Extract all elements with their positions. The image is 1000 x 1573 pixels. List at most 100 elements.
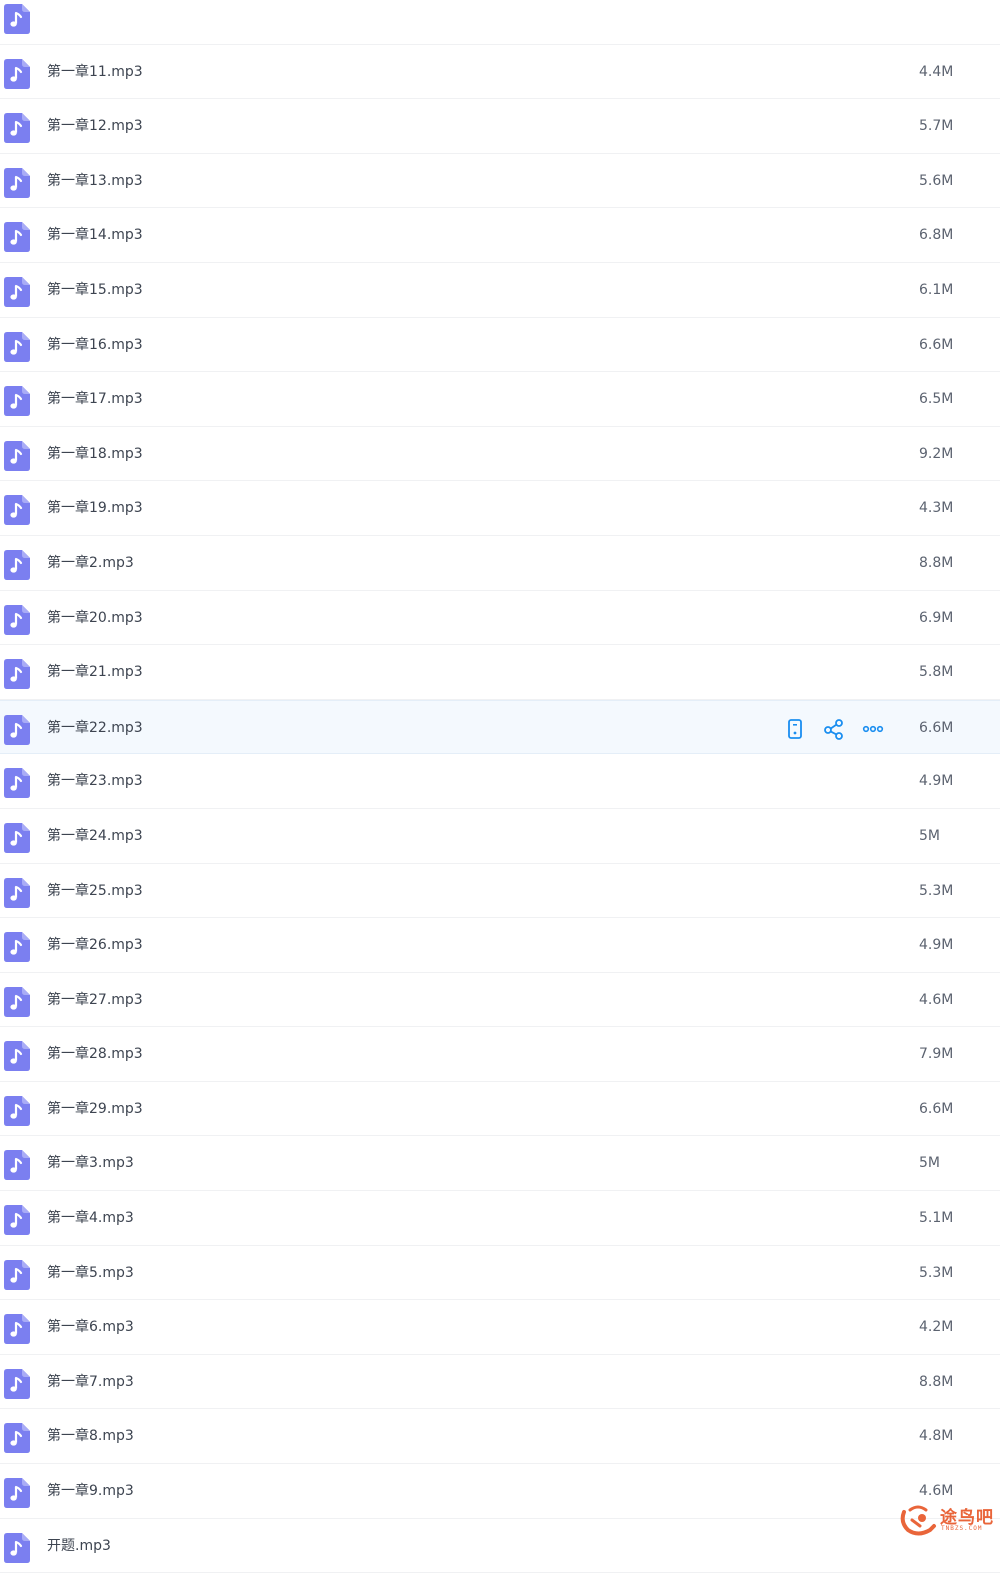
file-row[interactable] xyxy=(0,0,1000,45)
file-name[interactable]: 第一章3.mp3 xyxy=(47,1136,134,1190)
file-name[interactable]: 第一章29.mp3 xyxy=(47,1082,143,1136)
file-name[interactable]: 第一章25.mp3 xyxy=(47,864,143,918)
row-actions xyxy=(784,718,884,740)
audio-file-icon xyxy=(4,877,30,908)
file-name[interactable]: 第一章17.mp3 xyxy=(47,372,143,426)
file-name[interactable]: 第一章4.mp3 xyxy=(47,1191,134,1245)
file-row[interactable]: 开题.mp3 xyxy=(0,1519,1000,1573)
file-name[interactable]: 开题.mp3 xyxy=(47,1519,111,1573)
file-name[interactable]: 第一章23.mp3 xyxy=(47,754,143,808)
file-size: 5.1M xyxy=(919,1210,954,1227)
audio-file-icon xyxy=(4,986,30,1017)
file-row[interactable]: 第一章6.mp3 4.2M xyxy=(0,1300,1000,1355)
file-name[interactable]: 第一章12.mp3 xyxy=(47,99,143,153)
file-row[interactable]: 第一章19.mp3 4.3M xyxy=(0,481,1000,536)
file-size: 5.6M xyxy=(919,172,954,189)
file-row[interactable]: 第一章21.mp3 5.8M xyxy=(0,645,1000,700)
audio-file-icon xyxy=(4,1423,30,1454)
file-row[interactable]: 第一章9.mp3 4.6M xyxy=(0,1464,1000,1519)
file-row[interactable]: 第一章4.mp3 5.1M xyxy=(0,1191,1000,1246)
file-name[interactable]: 第一章14.mp3 xyxy=(47,208,143,262)
file-name[interactable]: 第一章11.mp3 xyxy=(47,45,143,99)
file-size: 5.3M xyxy=(919,882,954,899)
audio-file-icon xyxy=(4,1532,30,1563)
file-size: 9.2M xyxy=(919,445,954,462)
file-name[interactable]: 第一章9.mp3 xyxy=(47,1464,134,1518)
file-name[interactable]: 第一章21.mp3 xyxy=(47,645,143,699)
file-size: 6.6M xyxy=(919,719,954,736)
file-name[interactable]: 第一章2.mp3 xyxy=(47,536,134,590)
file-name[interactable]: 第一章24.mp3 xyxy=(47,809,143,863)
file-name[interactable]: 第一章22.mp3 xyxy=(47,701,143,755)
file-row[interactable]: 第一章17.mp3 6.5M xyxy=(0,372,1000,427)
file-name[interactable]: 第一章18.mp3 xyxy=(47,427,143,481)
file-name[interactable]: 第一章7.mp3 xyxy=(47,1355,134,1409)
file-name[interactable]: 第一章19.mp3 xyxy=(47,481,143,535)
audio-file-icon xyxy=(4,714,30,745)
audio-file-icon xyxy=(4,4,30,34)
file-name[interactable]: 第一章28.mp3 xyxy=(47,1027,143,1081)
file-row[interactable]: 第一章18.mp3 9.2M xyxy=(0,427,1000,482)
file-name[interactable]: 第一章13.mp3 xyxy=(47,154,143,208)
audio-file-icon xyxy=(4,659,30,690)
file-row[interactable]: 第一章24.mp3 5M xyxy=(0,809,1000,864)
file-row[interactable]: 第一章8.mp3 4.8M xyxy=(0,1409,1000,1465)
audio-file-icon xyxy=(4,222,30,253)
file-name[interactable]: 第一章16.mp3 xyxy=(47,318,143,372)
file-row[interactable]: 第一章22.mp3 6.6M xyxy=(0,699,1000,755)
file-size: 4.6M xyxy=(919,991,954,1008)
more-icon[interactable] xyxy=(862,718,884,740)
file-row[interactable]: 第一章25.mp3 5.3M xyxy=(0,864,1000,919)
file-row[interactable]: 第一章11.mp3 4.4M xyxy=(0,45,1000,100)
share-icon[interactable] xyxy=(823,718,845,740)
audio-file-icon xyxy=(4,1205,30,1236)
file-row[interactable]: 第一章29.mp3 6.6M xyxy=(0,1082,1000,1137)
file-size: 6.1M xyxy=(919,281,954,298)
audio-file-icon xyxy=(4,1259,30,1290)
file-row[interactable]: 第一章23.mp3 4.9M xyxy=(0,754,1000,809)
file-name[interactable]: 第一章15.mp3 xyxy=(47,263,143,317)
file-size: 5.3M xyxy=(919,1264,954,1281)
file-row[interactable]: 第一章7.mp3 8.8M xyxy=(0,1355,1000,1410)
file-size: 6.6M xyxy=(919,1100,954,1117)
phone-icon[interactable] xyxy=(784,718,806,740)
file-size: 4.3M xyxy=(919,500,954,517)
file-row[interactable]: 第一章28.mp3 7.9M xyxy=(0,1027,1000,1082)
file-list: 第一章11.mp3 4.4M 第一章12.mp3 5.7M 第一章13.mp3 5.6M 第… xyxy=(0,0,1000,1573)
audio-file-icon xyxy=(4,386,30,417)
audio-file-icon xyxy=(4,549,30,580)
file-name[interactable]: 第一章6.mp3 xyxy=(47,1300,134,1354)
file-row[interactable]: 第一章5.mp3 5.3M xyxy=(0,1246,1000,1301)
file-size: 4.9M xyxy=(919,773,954,790)
file-row[interactable]: 第一章3.mp3 5M xyxy=(0,1136,1000,1192)
file-name[interactable]: 第一章26.mp3 xyxy=(47,918,143,972)
file-size: 4.8M xyxy=(919,1428,954,1445)
file-name[interactable]: 第一章8.mp3 xyxy=(47,1409,134,1463)
audio-file-icon xyxy=(4,276,30,307)
file-row[interactable]: 第一章26.mp3 4.9M xyxy=(0,918,1000,973)
file-size: 4.2M xyxy=(919,1319,954,1336)
file-size: 5M xyxy=(919,827,940,844)
audio-file-icon xyxy=(4,768,30,799)
audio-file-icon xyxy=(4,331,30,362)
file-row[interactable]: 第一章20.mp3 6.9M xyxy=(0,591,1000,646)
file-name[interactable]: 第一章27.mp3 xyxy=(47,973,143,1027)
audio-file-icon xyxy=(4,1150,30,1181)
file-row[interactable]: 第一章16.mp3 6.6M xyxy=(0,318,1000,373)
file-row[interactable]: 第一章2.mp3 8.8M xyxy=(0,536,1000,591)
file-row[interactable]: 第一章12.mp3 5.7M xyxy=(0,99,1000,154)
file-row[interactable]: 第一章15.mp3 6.1M xyxy=(0,263,1000,318)
file-row[interactable]: 第一章27.mp3 4.6M xyxy=(0,973,1000,1028)
audio-file-icon xyxy=(4,1368,30,1399)
file-row[interactable]: 第一章13.mp3 5.6M xyxy=(0,154,1000,209)
audio-file-icon xyxy=(4,604,30,635)
file-size: 8.8M xyxy=(919,1373,954,1390)
audio-file-icon xyxy=(4,822,30,853)
audio-file-icon xyxy=(4,58,30,89)
file-size: 6.8M xyxy=(919,227,954,244)
file-row[interactable]: 第一章14.mp3 6.8M xyxy=(0,208,1000,263)
audio-file-icon xyxy=(4,167,30,198)
file-name[interactable]: 第一章20.mp3 xyxy=(47,591,143,645)
file-name[interactable]: 第一章5.mp3 xyxy=(47,1246,134,1300)
audio-file-icon xyxy=(4,932,30,963)
